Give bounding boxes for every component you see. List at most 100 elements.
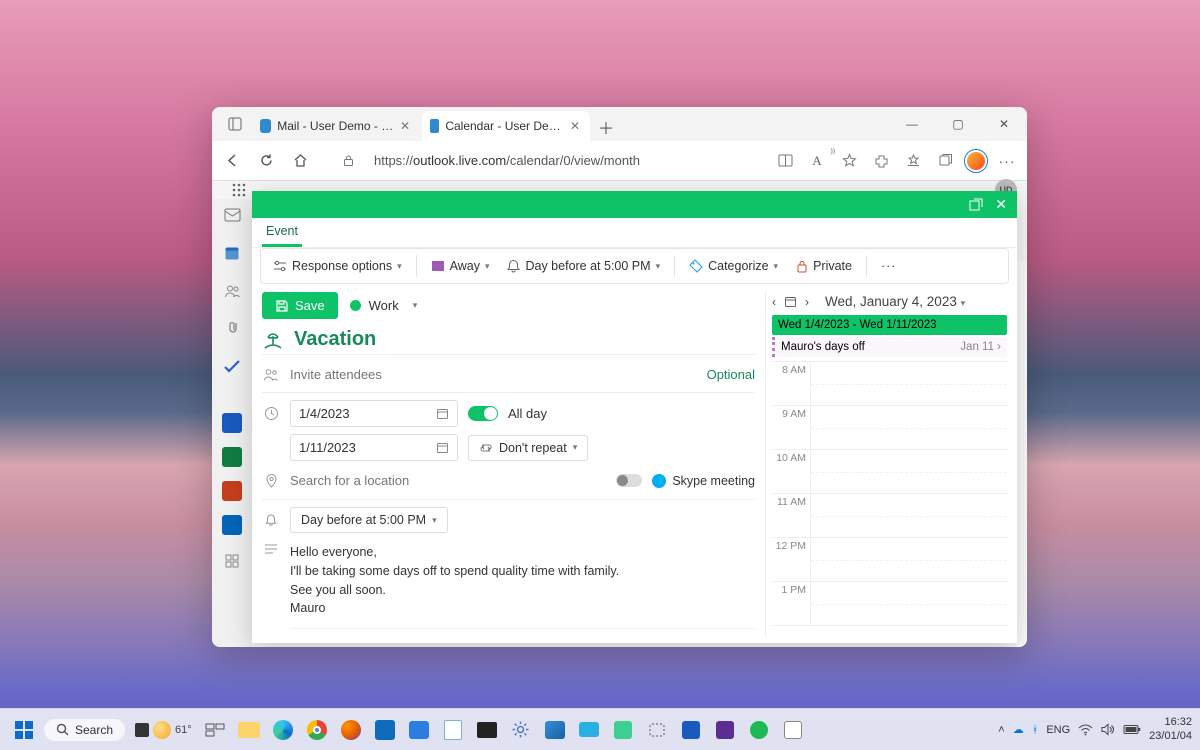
skype-meeting[interactable]: Skype meeting — [652, 474, 755, 488]
files-icon[interactable] — [220, 317, 244, 341]
close-icon[interactable]: ✕ — [995, 196, 1007, 213]
more-apps-icon[interactable] — [220, 549, 244, 573]
bluetooth-icon[interactable]: ᚼ — [1032, 724, 1039, 736]
day-event[interactable]: Mauro's days off Jan 11 › — [772, 337, 1007, 357]
favorite-star-icon[interactable] — [837, 149, 861, 173]
volume-icon[interactable] — [1101, 723, 1115, 736]
maximize-button[interactable]: ▢ — [935, 107, 981, 141]
vmware-icon[interactable] — [540, 715, 570, 745]
save-button[interactable]: Save — [262, 292, 338, 319]
reminder-picker[interactable]: Day before at 5:00 PM▾ — [290, 507, 448, 533]
close-window-button[interactable]: ✕ — [981, 107, 1027, 141]
tab-actions-icon[interactable] — [218, 107, 252, 141]
new-tab-button[interactable]: ＋ — [592, 113, 620, 141]
next-day-icon[interactable]: › — [805, 295, 809, 309]
excel-icon[interactable] — [222, 447, 242, 467]
url-text[interactable]: https://outlook.live.com/calendar/0/view… — [370, 153, 763, 168]
attendees-input[interactable] — [290, 362, 697, 387]
hour-cell[interactable] — [810, 406, 1007, 449]
refresh-button[interactable] — [254, 149, 278, 173]
firefox-icon[interactable] — [336, 715, 366, 745]
chrome-icon[interactable] — [302, 715, 332, 745]
close-tab-icon[interactable]: ✕ — [400, 119, 410, 133]
clock[interactable]: 16:32 23/01/04 — [1149, 716, 1192, 742]
prev-day-icon[interactable]: ‹ — [772, 295, 776, 309]
word-taskbar-icon[interactable] — [676, 715, 706, 745]
italic-icon[interactable]: I — [410, 635, 432, 637]
outdent-icon[interactable] — [590, 635, 612, 637]
popout-icon[interactable] — [969, 198, 983, 212]
description-text[interactable]: Hello everyone, I'll be taking some days… — [290, 540, 619, 621]
collections-icon[interactable] — [933, 149, 957, 173]
location-input[interactable] — [290, 468, 606, 493]
allday-event-pill[interactable]: Wed 1/4/2023 - Wed 1/11/2023 — [772, 315, 1007, 335]
event-title[interactable]: Vacation — [294, 328, 376, 351]
mail-icon[interactable] — [220, 203, 244, 227]
allday-toggle[interactable] — [468, 406, 498, 421]
wifi-icon[interactable] — [1078, 724, 1093, 736]
tab-event[interactable]: Event — [262, 218, 302, 247]
onedrive-icon[interactable] — [222, 515, 242, 535]
calendar-icon[interactable] — [220, 241, 244, 265]
clear-format-icon[interactable] — [290, 635, 312, 637]
response-options[interactable]: Response options▾ — [267, 255, 408, 277]
battery-icon[interactable] — [1123, 724, 1141, 735]
tab-calendar[interactable]: Calendar - User Demo - Outloo… ✕ — [422, 111, 590, 141]
profile-avatar[interactable] — [965, 150, 987, 172]
task-view-icon[interactable] — [200, 715, 230, 745]
favorites-list-icon[interactable] — [901, 149, 925, 173]
end-date-input[interactable]: 1/11/2023 — [290, 434, 458, 461]
outlook-taskbar-icon[interactable] — [370, 715, 400, 745]
start-button[interactable] — [8, 714, 40, 746]
todo-icon[interactable] — [220, 355, 244, 379]
camera-icon[interactable] — [574, 715, 604, 745]
app-green-icon[interactable] — [608, 715, 638, 745]
extensions-icon[interactable] — [869, 149, 893, 173]
hour-cell[interactable] — [810, 450, 1007, 493]
numbers-icon[interactable]: 123 — [560, 635, 582, 637]
calendar-picker[interactable]: Work ▾ — [350, 298, 418, 313]
store-icon[interactable] — [404, 715, 434, 745]
current-date[interactable]: Wed, January 4, 2023 ▾ — [825, 294, 965, 309]
site-lock-icon[interactable] — [336, 149, 360, 173]
more-ribbon-icon[interactable]: ··· — [875, 255, 903, 277]
paint-icon[interactable] — [778, 715, 808, 745]
more-format-icon[interactable]: ··· — [620, 635, 642, 637]
close-tab-icon[interactable]: ✕ — [570, 119, 580, 133]
categorize[interactable]: Categorize▾ — [683, 255, 784, 277]
optional-link[interactable]: Optional — [707, 367, 755, 382]
repeat-picker[interactable]: Don't repeat▾ — [468, 435, 588, 461]
tab-mail[interactable]: Mail - User Demo - Outlook ✕ — [252, 111, 420, 141]
powerpoint-icon[interactable] — [222, 481, 242, 501]
minimize-button[interactable]: ― — [889, 107, 935, 141]
location-toggle[interactable] — [616, 474, 642, 487]
tray-chevron-icon[interactable]: ˄ — [998, 724, 1004, 736]
back-button[interactable] — [220, 149, 244, 173]
edge-icon[interactable] — [268, 715, 298, 745]
font-color-icon[interactable]: A▾ — [500, 635, 522, 637]
show-as[interactable]: Away▾ — [425, 255, 496, 277]
onedrive-tray-icon[interactable]: ☁ — [1013, 723, 1024, 736]
private[interactable]: Private — [790, 255, 858, 277]
terminal-icon[interactable] — [472, 715, 502, 745]
home-button[interactable] — [288, 149, 312, 173]
screenshot-icon[interactable] — [773, 149, 797, 173]
highlight-icon[interactable]: ▾ — [470, 635, 492, 637]
hour-cell[interactable] — [810, 538, 1007, 581]
hour-cell[interactable] — [810, 582, 1007, 625]
language-indicator[interactable]: ENG — [1046, 724, 1070, 736]
underline-icon[interactable]: U — [440, 635, 462, 637]
today-calendar-icon[interactable] — [784, 295, 797, 308]
another-app-icon[interactable] — [710, 715, 740, 745]
spotify-icon[interactable] — [744, 715, 774, 745]
font-size-icon[interactable]: AA — [320, 635, 342, 637]
people-icon[interactable] — [220, 279, 244, 303]
app-launcher-icon[interactable] — [222, 183, 256, 197]
decrease-size-icon[interactable]: A▾ — [350, 635, 372, 637]
read-aloud-icon[interactable]: A)) — [805, 149, 829, 173]
more-menu-icon[interactable]: ··· — [995, 149, 1019, 173]
settings-icon[interactable] — [506, 715, 536, 745]
notepad-icon[interactable] — [438, 715, 468, 745]
reminder-ribbon[interactable]: Day before at 5:00 PM▾ — [501, 255, 666, 277]
snip-icon[interactable] — [642, 715, 672, 745]
